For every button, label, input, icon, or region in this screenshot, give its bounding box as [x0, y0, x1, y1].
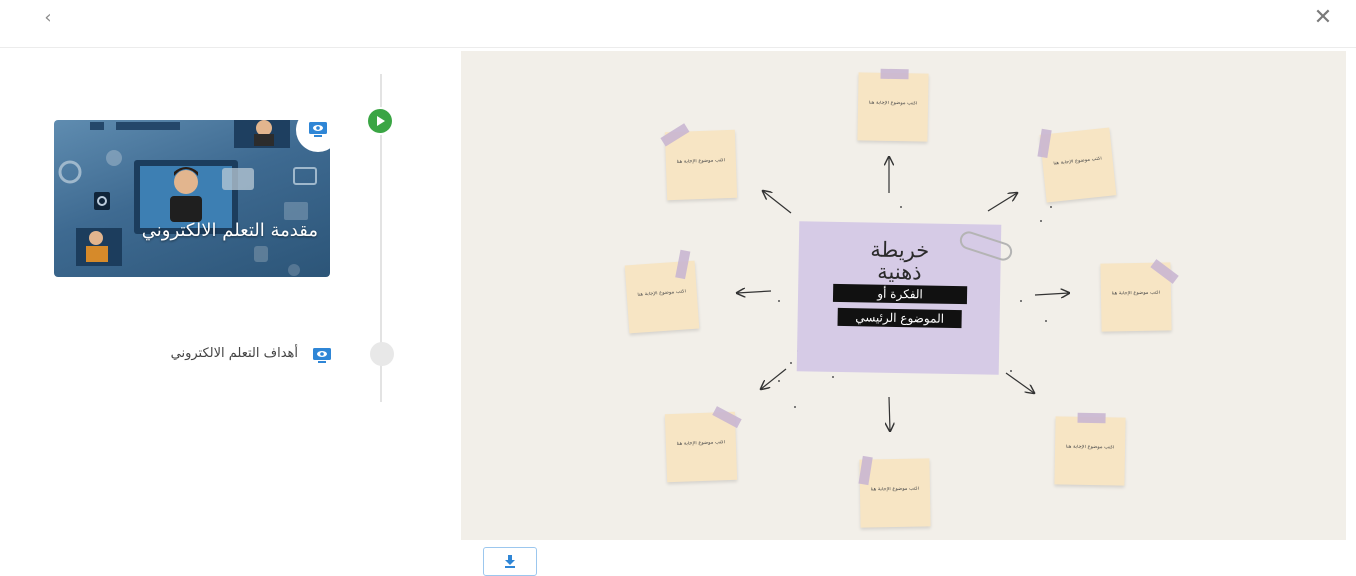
monitor-icon — [309, 122, 327, 137]
lesson-card-active[interactable]: مقدمة التعلم الالكتروني — [54, 120, 330, 277]
lesson-title: مقدمة التعلم الالكتروني — [141, 220, 318, 241]
lesson-thumbnail — [58, 120, 317, 276]
center-bar-1: الفكرة أو — [832, 283, 968, 305]
sticky-note: اكتب موضوع الإجابة هنا — [624, 249, 700, 334]
lesson-type-badge — [296, 108, 340, 152]
slide-preview: اكتب موضوع الإجابة هنا اكتب موضوع الإجاب… — [461, 51, 1346, 540]
sticky-note: اكتب موضوع الإجابة هنا — [664, 406, 742, 483]
back-button[interactable]: ‹ — [38, 8, 58, 28]
timeline-dot[interactable] — [370, 342, 394, 366]
lesson-item-objectives[interactable]: أهداف التعلم الالكتروني — [134, 344, 334, 368]
sticky-note: اكتب موضوع الإجابة هنا — [660, 123, 738, 201]
close-button[interactable]: ✕ — [1310, 6, 1336, 30]
monitor-icon — [313, 348, 331, 363]
sticky-note: اكتب موضوع الإجابة هنا — [1054, 412, 1126, 486]
sticky-note: اكتب موضوع الإجابة هنا — [857, 68, 929, 142]
lesson-label: أهداف التعلم الالكتروني — [170, 346, 298, 361]
center-bar-2: الموضوع الرئيسي — [837, 307, 962, 329]
play-icon[interactable] — [368, 109, 392, 133]
sticky-note: اكتب موضوع الإجابة هنا — [1100, 259, 1179, 332]
sticky-note: اكتب موضوع الإجابة هنا — [858, 455, 931, 528]
download-button[interactable] — [483, 547, 537, 576]
sticky-note: اكتب موضوع الإجابة هنا — [1037, 127, 1117, 203]
top-bar: ‹ ✕ — [0, 0, 1356, 48]
download-icon — [505, 555, 515, 568]
